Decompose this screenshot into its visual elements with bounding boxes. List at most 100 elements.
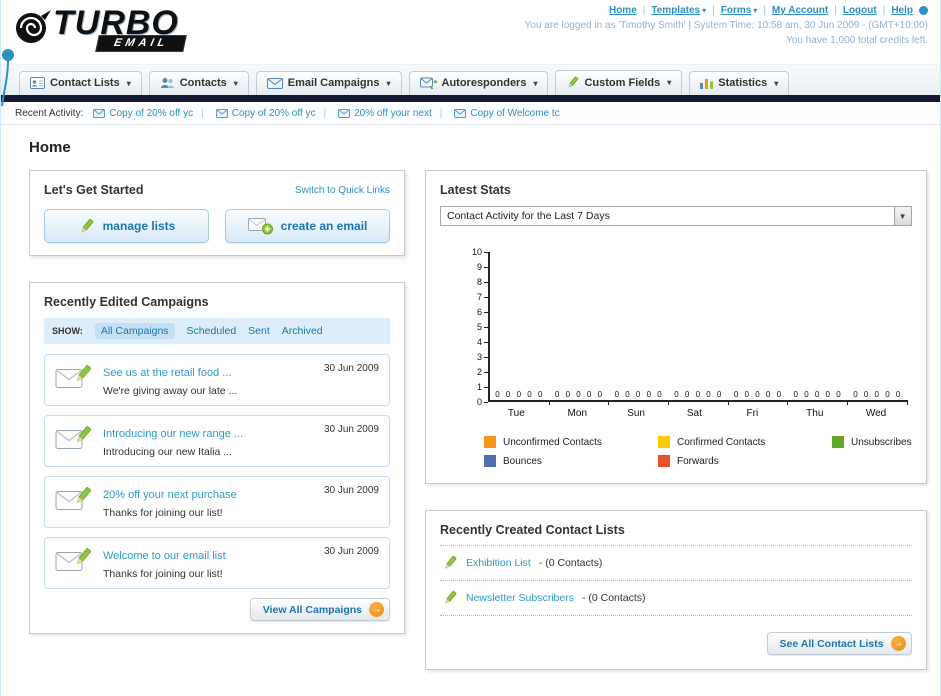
campaign-title-link[interactable]: Introducing our new range ...: [103, 428, 243, 440]
chart-legend: Unconfirmed Contacts Confirmed Contacts Un…: [484, 436, 912, 467]
manage-lists-button[interactable]: manage lists: [44, 209, 209, 243]
campaign-title-link[interactable]: Welcome to our email list: [103, 550, 226, 562]
main-nav: Contact Lists ▾ Contacts ▾ Email Campaig…: [1, 64, 940, 95]
filter-sent[interactable]: Sent: [248, 325, 270, 337]
credits-info: You have 1,000 total credits left.: [786, 35, 928, 46]
manage-lists-label: manage lists: [102, 219, 176, 233]
app-window: TURBO EMAIL Home Templates▾ Forms▾ My Ac…: [1, 0, 940, 696]
view-all-campaigns-label: View All Campaigns: [262, 603, 362, 616]
recent-activity-bar: Recent Activity: Copy of 20% off yc Copy…: [1, 102, 940, 125]
recent-activity-link[interactable]: Copy of 20% off yc: [109, 108, 193, 119]
chevron-down-icon: ▼: [893, 207, 911, 225]
recent-activity-link[interactable]: 20% off your next: [354, 108, 432, 119]
chart-y-axis: 10 9 8 7 6 5 4 3 2 1 0: [471, 247, 482, 407]
chevron-down-icon: ▾: [126, 78, 131, 88]
chart-value-labels: 0 0 0 0 0: [733, 390, 784, 399]
top-link-templates-wrap: Templates▾: [637, 5, 706, 16]
campaign-filters: SHOW: All Campaigns Scheduled Sent Archi…: [44, 318, 390, 344]
chart-category-group: 0 0 0 0 0 Fri: [729, 252, 789, 419]
top-link-home[interactable]: Home: [609, 5, 637, 16]
pencil-icon: [445, 555, 457, 569]
contact-list-items: Exhibition List - (0 Contacts) Newslette…: [440, 545, 912, 616]
chart-x-label: Wed: [865, 408, 887, 419]
envelope-icon: [215, 108, 228, 118]
create-email-button[interactable]: create an email: [225, 209, 390, 243]
get-started-title: Let's Get Started: [44, 183, 144, 197]
envelope-icon: [338, 108, 351, 118]
chart-plot-area: 0 0 0 0 0 Tue 0 0 0 0 0 Mon 0 0 0 0 0 Sun 0 0 …: [488, 252, 908, 419]
nav-tab-label: Email Campaigns: [287, 77, 380, 89]
contact-list-link[interactable]: Newsletter Subscribers: [466, 592, 574, 604]
recent-campaigns-title: Recently Edited Campaigns: [44, 295, 209, 309]
nav-tab-autoresponders[interactable]: Autoresponders ▾: [408, 71, 549, 95]
envelope-pencil-icon: [55, 487, 92, 510]
chart-category-group: 0 0 0 0 0 Wed: [848, 252, 908, 419]
recent-activity-item[interactable]: Copy of 20% off yc: [93, 108, 193, 119]
campaign-row[interactable]: 20% off your next purchase Thanks for jo…: [44, 476, 390, 528]
legend-label: Unconfirmed Contacts: [503, 436, 602, 448]
recent-campaigns-panel: Recently Edited Campaigns SHOW: All Camp…: [29, 282, 405, 634]
legend-label: Confirmed Contacts: [677, 436, 766, 448]
campaign-text: 20% off your next purchase Thanks for jo…: [103, 485, 237, 519]
top-link-logout[interactable]: Logout: [843, 5, 877, 16]
chart-value-labels: 0 0 0 0 0: [853, 390, 903, 399]
chart-value-labels: 0 0 0 0 0: [554, 390, 605, 399]
see-all-contact-lists-label: See All Contact Lists: [779, 637, 884, 650]
top-link-my-account-wrap: My Account: [757, 5, 828, 16]
contact-list-row[interactable]: Exhibition List - (0 Contacts): [440, 545, 912, 580]
recent-activity-label: Recent Activity:: [15, 107, 84, 119]
nav-tab-contacts[interactable]: Contacts ▾: [148, 71, 249, 95]
show-label: SHOW:: [52, 326, 83, 336]
campaign-text: Welcome to our email list Thanks for joi…: [103, 546, 226, 580]
top-link-help-wrap: Help: [877, 5, 913, 16]
header: TURBO EMAIL Home Templates▾ Forms▾ My Ac…: [1, 0, 940, 64]
nav-tab-email-campaigns[interactable]: Email Campaigns ▾: [255, 71, 402, 95]
filter-scheduled[interactable]: Scheduled: [187, 325, 237, 337]
legend-swatch: [658, 436, 670, 448]
chart-value-labels: 0 0 0 0 0: [674, 390, 724, 399]
logo-subtitle: EMAIL: [94, 35, 187, 52]
chart-x-label: Thu: [806, 408, 824, 419]
campaign-row[interactable]: See us at the retail food ... We're givi…: [44, 354, 390, 406]
main-content: Home Let's Get Started Switch to Quick L…: [1, 125, 940, 696]
legend-item: Bounces: [484, 455, 654, 467]
campaign-row[interactable]: Introducing our new range ... Introducin…: [44, 415, 390, 467]
contact-lists-icon: [30, 77, 45, 89]
recent-activity-item[interactable]: 20% off your next: [315, 108, 432, 119]
custom-fields-icon: [568, 76, 579, 88]
recent-activity-link[interactable]: Copy of Welcome tc: [470, 108, 559, 119]
campaign-title-link[interactable]: See us at the retail food ...: [103, 367, 231, 379]
nav-tab-label: Autoresponders: [441, 77, 527, 89]
see-all-contact-lists-button[interactable]: See All Contact Lists →: [766, 632, 912, 655]
legend-item: Unconfirmed Contacts: [484, 436, 654, 448]
campaign-row[interactable]: Welcome to our email list Thanks for joi…: [44, 537, 390, 589]
envelope-pencil-icon: [55, 365, 92, 388]
nav-tab-statistics[interactable]: Statistics ▾: [689, 71, 790, 95]
recent-activity-item[interactable]: Copy of 20% off yc: [193, 108, 315, 119]
filter-all-campaigns[interactable]: All Campaigns: [94, 323, 175, 339]
top-link-templates[interactable]: Templates: [651, 5, 700, 16]
contact-list-row[interactable]: Newsletter Subscribers - (0 Contacts): [440, 580, 912, 616]
contact-list-link[interactable]: Exhibition List: [466, 557, 531, 569]
legend-label: Forwards: [677, 455, 719, 467]
top-link-forms[interactable]: Forms: [721, 5, 752, 16]
help-bubble-icon[interactable]: [919, 6, 928, 15]
nav-tab-custom-fields[interactable]: Custom Fields ▾: [555, 70, 683, 95]
recent-activity-link[interactable]: Copy of 20% off yc: [232, 108, 316, 119]
turbo-email-logo[interactable]: TURBO EMAIL: [11, 6, 187, 52]
chevron-down-icon: ▾: [533, 78, 538, 88]
nav-divider-bar: [1, 95, 940, 102]
switch-quick-links-link[interactable]: Switch to Quick Links: [295, 185, 390, 196]
top-link-help[interactable]: Help: [891, 5, 913, 16]
legend-swatch: [658, 455, 670, 467]
top-link-my-account[interactable]: My Account: [772, 5, 828, 16]
view-all-campaigns-button[interactable]: View All Campaigns →: [249, 598, 390, 621]
stats-filter-dropdown[interactable]: Contact Activity for the Last 7 Days ▼: [440, 206, 912, 226]
pencil-icon: [80, 218, 93, 233]
chevron-down-icon: ▾: [233, 78, 238, 88]
recent-activity-item[interactable]: Copy of Welcome tc: [432, 108, 560, 119]
campaign-title-link[interactable]: 20% off your next purchase: [103, 489, 237, 501]
nav-tab-contact-lists[interactable]: Contact Lists ▾: [19, 71, 142, 95]
filter-archived[interactable]: Archived: [282, 325, 323, 337]
latest-stats-title: Latest Stats: [440, 183, 511, 197]
